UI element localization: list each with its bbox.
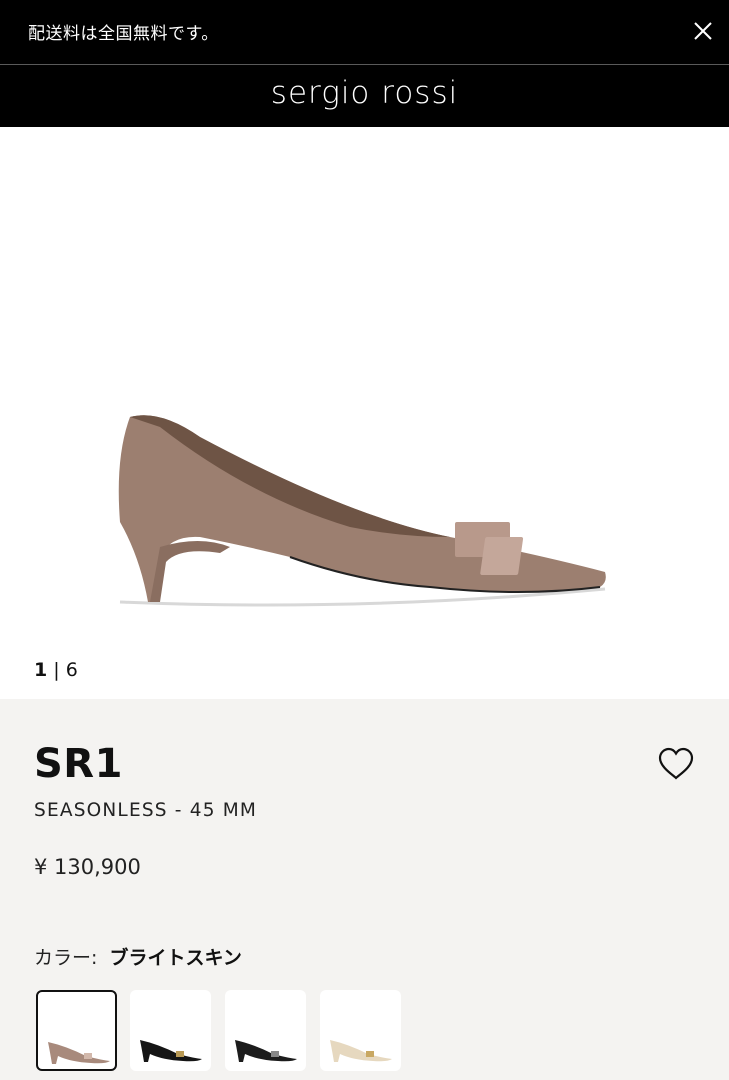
- pager-total: 6: [65, 659, 78, 681]
- product-gallery[interactable]: 1 | 6: [0, 127, 729, 699]
- product-name: SR1: [34, 741, 123, 787]
- brand-logo[interactable]: sergio rossi: [0, 75, 729, 111]
- swatch-cream[interactable]: [320, 990, 401, 1071]
- swatch-black-1[interactable]: [130, 990, 211, 1071]
- color-value: ブライトスキン: [109, 947, 242, 969]
- promo-text: 配送料は全国無料です。: [28, 24, 219, 44]
- swatch-shoe-image: [330, 1040, 392, 1062]
- swatch-shoe-image: [235, 1040, 297, 1062]
- site-header: sergio rossi: [0, 65, 729, 127]
- close-icon[interactable]: [690, 18, 716, 44]
- swatch-bright-skin[interactable]: [36, 990, 117, 1071]
- product-price: ¥ 130,900: [34, 855, 141, 879]
- promo-bar: 配送料は全国無料です。: [0, 0, 729, 64]
- product-info: SR1 SEASONLESS - 45 MM ¥ 130,900 カラー: ブラ…: [0, 699, 729, 1080]
- gallery-pager: 1 | 6: [34, 659, 78, 681]
- swatch-black-2[interactable]: [225, 990, 306, 1071]
- swatch-shoe-image: [48, 1042, 110, 1064]
- product-image[interactable]: [100, 397, 620, 627]
- color-label: カラー:: [34, 947, 98, 969]
- pager-current: 1: [34, 659, 48, 681]
- color-selector-label: カラー: ブライトスキン: [34, 943, 242, 970]
- product-subtitle: SEASONLESS - 45 MM: [34, 800, 258, 821]
- heart-icon[interactable]: [657, 747, 695, 781]
- swatch-shoe-image: [140, 1040, 202, 1062]
- pager-separator: |: [53, 659, 60, 681]
- color-swatches: [36, 990, 416, 1072]
